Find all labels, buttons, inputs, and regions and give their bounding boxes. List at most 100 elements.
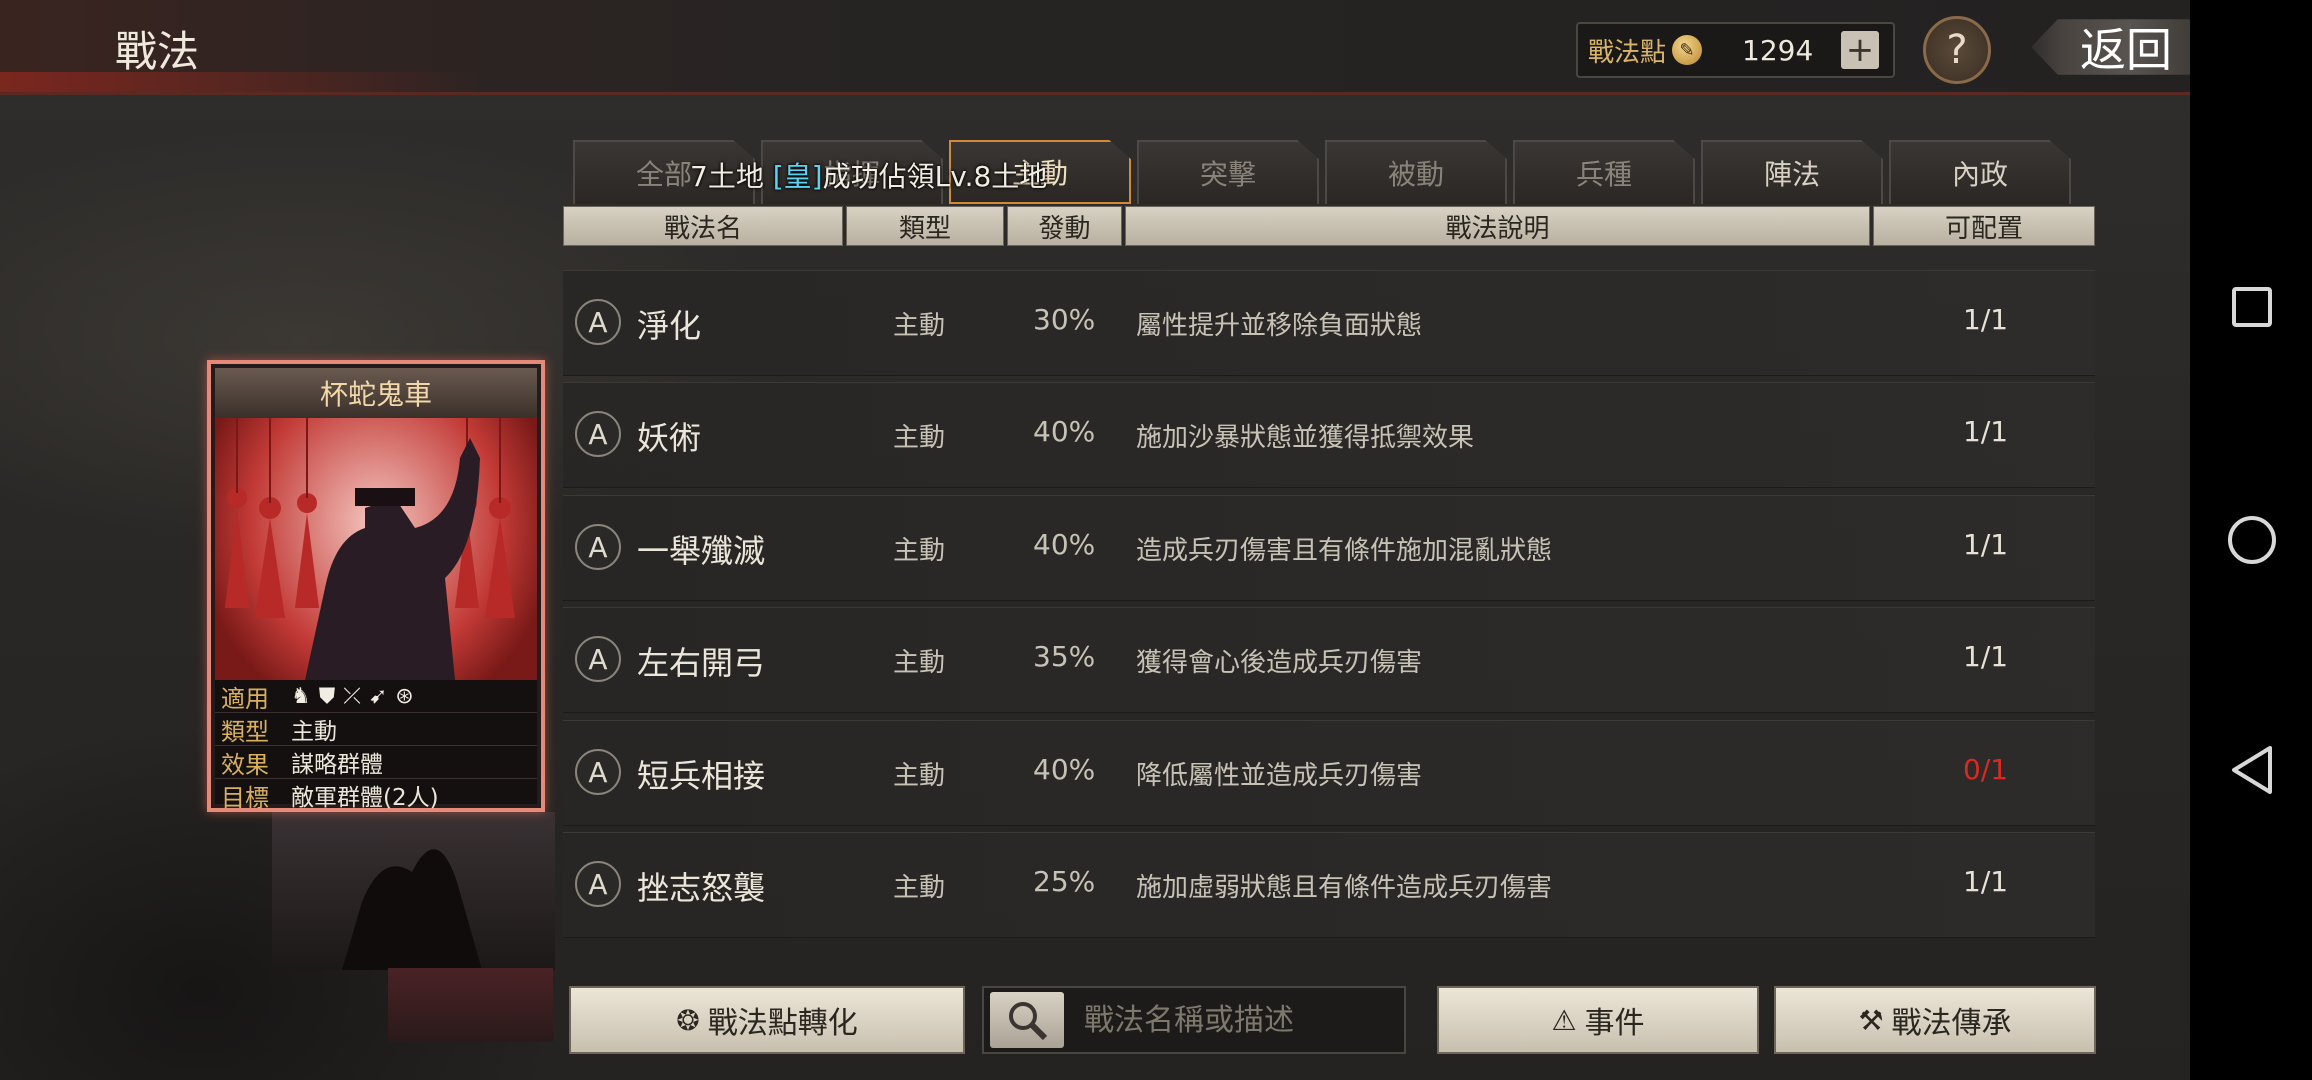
tab-formation[interactable]: 陣法 bbox=[1701, 140, 1883, 204]
home-icon[interactable] bbox=[2228, 516, 2276, 564]
silhouette-art bbox=[342, 849, 482, 970]
search-icon[interactable] bbox=[990, 992, 1064, 1048]
notice-text: 成功佔領Lv.8土地 bbox=[822, 160, 1048, 193]
tactic-name: 淨化 bbox=[637, 307, 702, 345]
page-title: 戰法 bbox=[115, 27, 200, 76]
tactic-name: 一舉殲滅 bbox=[637, 532, 766, 570]
feather-coin-icon: ✎ bbox=[1672, 35, 1703, 65]
wheel-icon: ⊛ bbox=[395, 683, 414, 709]
tab-internal[interactable]: 內政 bbox=[1889, 140, 2071, 204]
card-stack-shadow-2 bbox=[388, 968, 553, 1042]
card-illustration bbox=[215, 418, 537, 680]
card-stats: 適用 ♞ ⛊ ⤫ ➹ ⊛ 類型 主動 效果 謀略群體 目標 敵軍群體(2人) bbox=[215, 680, 537, 812]
tactic-rate: 40% bbox=[1033, 415, 1096, 448]
table-row[interactable]: A 挫志怒襲 主動 25% 施加虛弱狀態且有條件造成兵刃傷害 1/1 bbox=[563, 832, 2095, 938]
soldiers-art bbox=[225, 418, 515, 680]
tab-troop[interactable]: 兵種 bbox=[1513, 140, 1695, 204]
table-row[interactable]: A 一舉殲滅 主動 40% 造成兵刃傷害且有條件施加混亂狀態 1/1 bbox=[563, 495, 2095, 601]
tactic-name: 短兵相接 bbox=[637, 757, 766, 795]
grade-badge: A bbox=[575, 749, 621, 795]
broadcast-notice: 7土地 [皇]成功佔領Lv.8土地 bbox=[690, 155, 1047, 195]
help-button[interactable]: ? bbox=[1923, 16, 1991, 84]
card-title: 杯蛇鬼車 bbox=[215, 368, 537, 418]
tactic-description: 造成兵刃傷害且有條件施加混亂狀態 bbox=[1136, 536, 1553, 566]
add-points-button[interactable]: + bbox=[1841, 31, 1880, 69]
grade-badge: A bbox=[575, 524, 621, 570]
tactic-points-box: 戰法點 ✎ 1294 + bbox=[1576, 22, 1895, 78]
stat-type: 類型 主動 bbox=[215, 713, 537, 746]
points-label: 戰法點 bbox=[1588, 37, 1667, 68]
event-button[interactable]: ⚠ 事件 bbox=[1437, 986, 1759, 1054]
inherit-tactic-button[interactable]: ⚒ 戰法傳承 bbox=[1774, 986, 2096, 1054]
table-row[interactable]: A 妖術 主動 40% 施加沙暴狀態並獲得抵禦效果 1/1 bbox=[563, 382, 2095, 488]
column-header-name[interactable]: 戰法名 bbox=[563, 206, 843, 246]
effect-value: 謀略群體 bbox=[291, 752, 383, 778]
tactic-description: 施加沙暴狀態並獲得抵禦效果 bbox=[1136, 423, 1475, 453]
back-triangle-icon[interactable] bbox=[2230, 744, 2274, 796]
tactic-description: 降低屬性並造成兵刃傷害 bbox=[1136, 761, 1423, 791]
search-box bbox=[982, 986, 1406, 1054]
back-button[interactable]: 返回 bbox=[2031, 19, 2206, 77]
effect-label: 效果 bbox=[221, 750, 269, 779]
tactic-type: 主動 bbox=[893, 311, 946, 341]
notice-tag: [皇] bbox=[772, 160, 823, 193]
tactic-name: 妖術 bbox=[637, 419, 702, 457]
notice-prefix: 7土地 bbox=[690, 160, 764, 193]
stat-target: 目標 敵軍群體(2人) bbox=[215, 779, 537, 812]
grade-badge: A bbox=[575, 861, 621, 907]
grade-badge: A bbox=[575, 636, 621, 682]
tactic-slots: 1/1 bbox=[1963, 865, 2009, 898]
card-stack-shadow bbox=[272, 812, 555, 970]
tactic-rate: 25% bbox=[1033, 865, 1096, 898]
column-header-type[interactable]: 類型 bbox=[846, 206, 1004, 246]
type-value: 主動 bbox=[291, 719, 337, 745]
system-navigation-bar bbox=[2190, 0, 2312, 1080]
stat-effect: 效果 謀略群體 bbox=[215, 746, 537, 779]
type-label: 類型 bbox=[221, 717, 269, 746]
tactic-description: 施加虛弱狀態且有條件造成兵刃傷害 bbox=[1136, 873, 1553, 903]
tactic-type: 主動 bbox=[893, 423, 946, 453]
spear-icon: ➹ bbox=[368, 683, 388, 709]
tactic-name: 左右開弓 bbox=[637, 644, 766, 682]
table-row[interactable]: A 淨化 主動 30% 屬性提升並移除負面狀態 1/1 bbox=[563, 270, 2095, 376]
tab-passive[interactable]: 被動 bbox=[1325, 140, 1507, 204]
tactic-slots: 1/1 bbox=[1963, 303, 2009, 336]
target-value: 敵軍群體(2人) bbox=[291, 785, 439, 811]
tactic-type: 主動 bbox=[893, 536, 946, 566]
tactic-rate: 35% bbox=[1033, 640, 1096, 673]
tactic-rate: 40% bbox=[1033, 753, 1096, 786]
column-header-slots[interactable]: 可配置 bbox=[1873, 206, 2095, 246]
tactic-type: 主動 bbox=[893, 648, 946, 678]
alert-icon: ⚠ bbox=[1551, 1003, 1577, 1037]
shield-icon: ⛊ bbox=[318, 683, 336, 709]
points-value: 1294 bbox=[1742, 33, 1814, 67]
back-label: 返回 bbox=[2080, 23, 2172, 77]
tactic-slots: 1/1 bbox=[1963, 528, 2009, 561]
tactic-rate: 40% bbox=[1033, 528, 1096, 561]
recent-apps-icon[interactable] bbox=[2232, 287, 2272, 327]
column-header-description: 戰法說明 bbox=[1125, 206, 1870, 246]
column-header-rate[interactable]: 發動 bbox=[1007, 206, 1122, 246]
convert-label: 戰法點轉化 bbox=[707, 1006, 858, 1041]
tactic-slots: 1/1 bbox=[1963, 415, 2009, 448]
bow-icon: ⤫ bbox=[343, 683, 361, 709]
tactic-rate: 30% bbox=[1033, 303, 1096, 336]
tactic-name: 挫志怒襲 bbox=[637, 869, 766, 907]
flame-icon: ❂ bbox=[676, 1003, 700, 1037]
tactic-detail-card[interactable]: 杯蛇鬼車 適用 ♞ ⛊ ⤫ ➹ ⊛ 類型 主動 效果 謀略群體 目標 敵軍群體(… bbox=[207, 360, 545, 812]
stat-apply: 適用 ♞ ⛊ ⤫ ➹ ⊛ bbox=[215, 680, 537, 713]
tab-assault[interactable]: 突擊 bbox=[1137, 140, 1319, 204]
convert-points-button[interactable]: ❂ 戰法點轉化 bbox=[569, 986, 965, 1054]
tactic-type: 主動 bbox=[893, 761, 946, 791]
tactic-description: 屬性提升並移除負面狀態 bbox=[1136, 311, 1423, 341]
table-row[interactable]: A 左右開弓 主動 35% 獲得會心後造成兵刃傷害 1/1 bbox=[563, 607, 2095, 713]
search-input[interactable] bbox=[1082, 1001, 1386, 1039]
target-label: 目標 bbox=[221, 783, 269, 812]
grade-badge: A bbox=[575, 411, 621, 457]
apply-label: 適用 bbox=[221, 684, 269, 713]
table-row[interactable]: A 短兵相接 主動 40% 降低屬性並造成兵刃傷害 0/1 bbox=[563, 720, 2095, 826]
tactic-slots: 0/1 bbox=[1963, 753, 2009, 786]
tactic-description: 獲得會心後造成兵刃傷害 bbox=[1136, 648, 1423, 678]
tactic-type: 主動 bbox=[893, 873, 946, 903]
hammer-icon: ⚒ bbox=[1858, 1003, 1884, 1037]
